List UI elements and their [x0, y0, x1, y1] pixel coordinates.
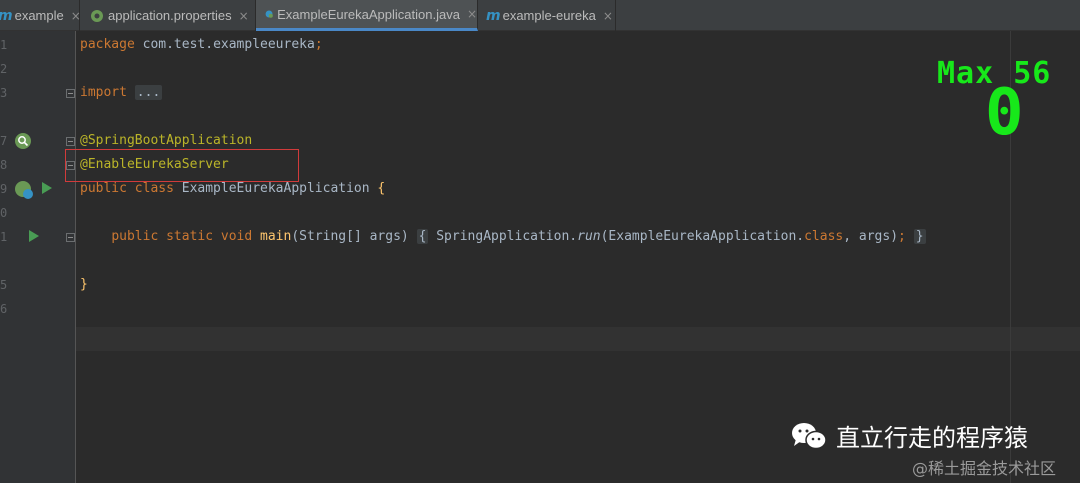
line-number: 0 — [0, 206, 8, 220]
tab-label: application.properties — [108, 8, 232, 23]
watermark-title: 直立行走的程序猿 — [836, 424, 1028, 452]
spring-boot-app-icon[interactable] — [13, 179, 35, 201]
keyword: public static void — [111, 229, 253, 244]
semicolon: ; — [314, 37, 323, 52]
method-call: run — [577, 229, 601, 244]
line-number: 3 — [0, 86, 8, 100]
keyword: import — [80, 85, 127, 100]
folded-imports[interactable]: ... — [134, 85, 163, 100]
line-number: 1 — [0, 38, 8, 52]
method-body: (ExampleEurekaApplication. — [600, 229, 805, 244]
code-line-main-method: public static void main(String[] args) {… — [80, 229, 926, 245]
package-name: com.test.exampleeureka — [134, 37, 315, 52]
code-editor[interactable]: package com.test.exampleeureka; import .… — [76, 31, 1080, 483]
watermark-source: @稀土掘金技术社区 — [912, 459, 1057, 478]
line-number: 1 — [0, 230, 8, 244]
close-icon[interactable]: × — [603, 9, 613, 23]
run-main-icon[interactable] — [28, 229, 40, 243]
tab-example[interactable]: m example × — [0, 0, 81, 31]
line-number: 8 — [0, 158, 8, 172]
method-body: , args) — [843, 229, 899, 244]
tab-label: example-eureka — [502, 8, 596, 23]
run-class-icon[interactable] — [41, 181, 53, 195]
tab-example-eureka[interactable]: m example-eureka × — [478, 0, 616, 31]
folded-body-close[interactable]: } — [913, 229, 926, 244]
current-line-highlight — [76, 327, 1080, 351]
annotation: @SpringBootApplication — [80, 133, 253, 148]
tab-example-eureka-application[interactable]: ExampleEurekaApplication.java × — [256, 0, 478, 31]
method-params: (String[] args) — [291, 229, 417, 244]
close-icon[interactable]: × — [239, 9, 249, 23]
highlight-box — [65, 149, 299, 182]
maven-m-icon: m — [0, 8, 13, 24]
fold-marker-icon[interactable] — [66, 233, 75, 242]
tab-label: ExampleEurekaApplication.java — [277, 6, 460, 22]
tab-application-properties[interactable]: application.properties × — [80, 0, 256, 31]
maven-m-icon: m — [486, 7, 501, 24]
brace: } — [80, 277, 88, 292]
keyword: public class — [80, 181, 174, 196]
code-line-import: import ... — [80, 85, 163, 101]
semicolon: ; — [898, 229, 906, 244]
code-line-closing-brace: } — [80, 277, 88, 293]
line-number: 9 — [0, 182, 8, 196]
wechat-icon — [792, 422, 827, 449]
editor-tab-bar: m example × application.properties × Exa… — [0, 0, 1080, 31]
keyword: package — [80, 37, 135, 52]
spring-class-icon — [265, 10, 273, 18]
close-icon[interactable]: × — [467, 7, 477, 21]
wechat-watermark: 直立行走的程序猿 — [790, 418, 1028, 453]
code-line-class-declaration: public class ExampleEurekaApplication { — [80, 181, 385, 197]
tab-label: example — [14, 8, 64, 23]
spring-bean-search-icon[interactable] — [14, 132, 32, 150]
method-body: SpringApplication. — [428, 229, 578, 244]
method-name: main — [260, 229, 292, 244]
folded-body-open[interactable]: { — [416, 229, 429, 244]
code-line-annotation-springboot: @SpringBootApplication — [80, 133, 252, 149]
line-number: 2 — [0, 62, 8, 76]
line-number: 7 — [0, 134, 8, 148]
line-number: 6 — [0, 302, 8, 316]
brace: { — [377, 181, 386, 196]
fold-marker-icon[interactable] — [66, 89, 75, 98]
fold-marker-icon[interactable] — [66, 137, 75, 146]
spring-config-icon — [91, 9, 103, 22]
line-number: 5 — [0, 278, 8, 292]
counter-value: 0 — [985, 76, 1024, 150]
code-line-package: package com.test.exampleeureka; — [80, 37, 323, 53]
keyword: class — [804, 229, 844, 244]
editor-gutter: 1 2 3 7 8 9 0 1 5 6 — [0, 31, 76, 483]
class-name: ExampleEurekaApplication — [173, 181, 378, 196]
